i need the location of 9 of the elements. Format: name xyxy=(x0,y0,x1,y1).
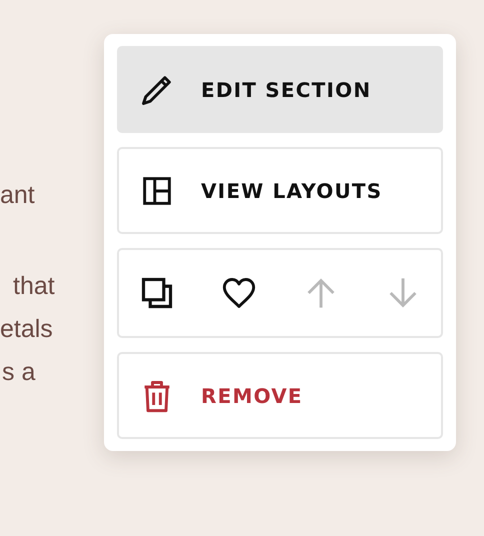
remove-button[interactable]: REMOVE xyxy=(117,352,443,439)
menu-item[interactable]: VIEW LAYOUTS xyxy=(117,147,443,234)
duplicate-button[interactable] xyxy=(139,275,175,311)
body-text: s a xyxy=(1,357,36,387)
heart-button[interactable] xyxy=(221,275,257,311)
body-text: that xyxy=(12,271,55,301)
menu-item[interactable]: EDIT SECTION xyxy=(117,46,443,133)
body-text: etals xyxy=(0,314,53,344)
body-text: ant xyxy=(0,180,35,210)
